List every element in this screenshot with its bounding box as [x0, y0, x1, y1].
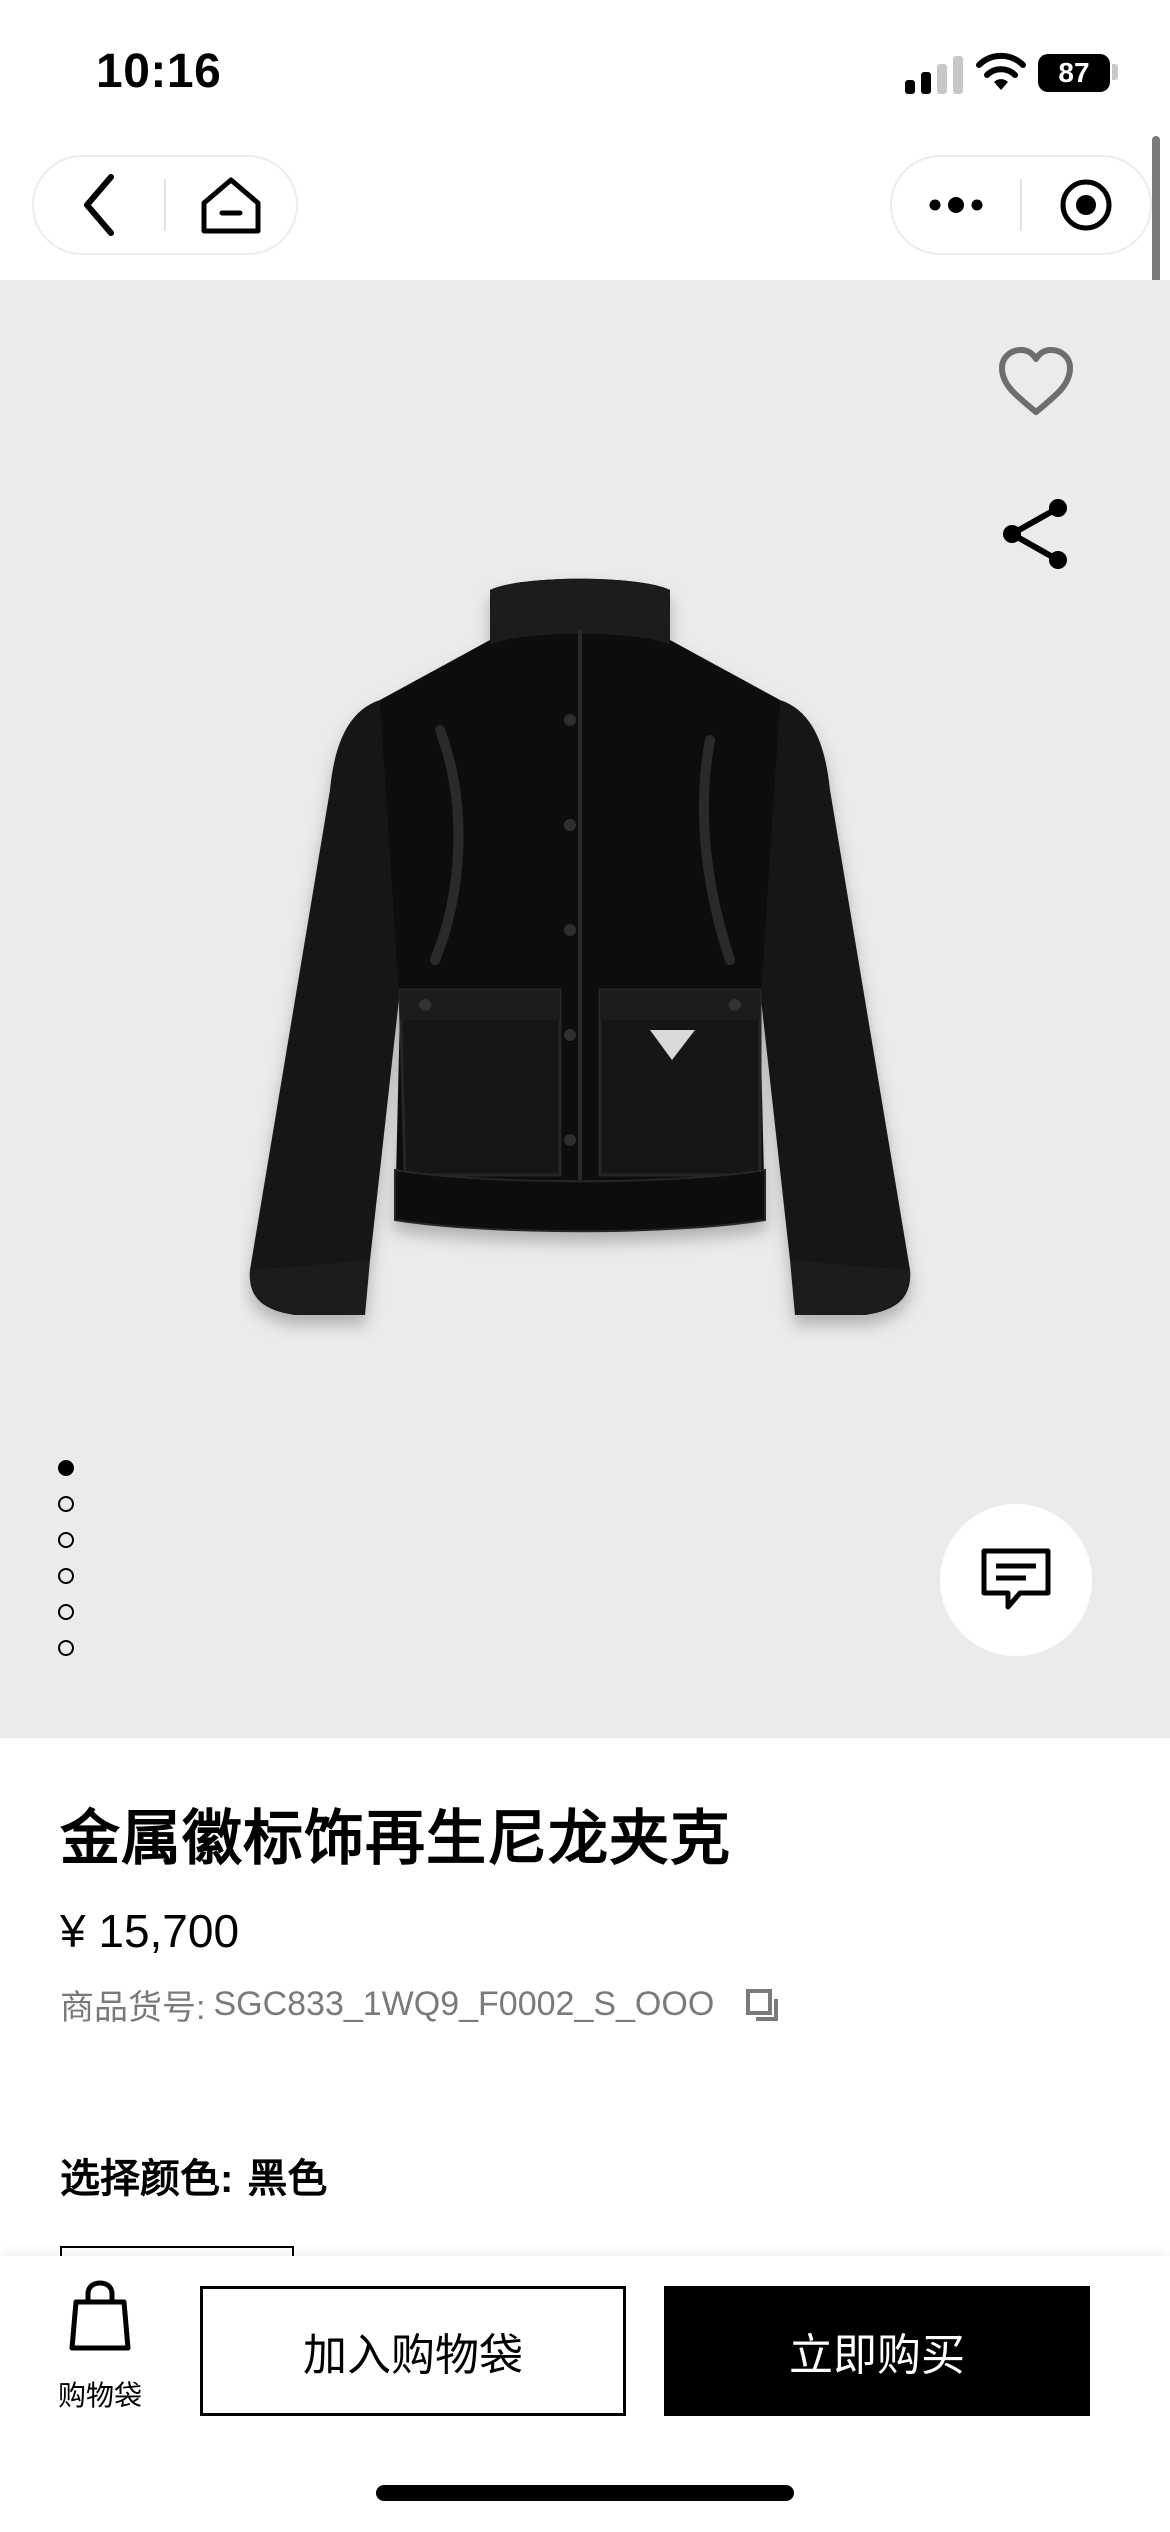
shopping-bag-label: 购物袋 — [57, 2380, 142, 2411]
home-button[interactable] — [166, 157, 296, 253]
home-indicator[interactable] — [376, 2485, 794, 2501]
product-image-jacket — [249, 578, 911, 1315]
product-image-carousel[interactable] — [0, 280, 1170, 1738]
shopping-bag-button[interactable]: 购物袋 — [40, 2280, 160, 2430]
pagination-dot-6[interactable] — [58, 1640, 74, 1656]
home-icon — [201, 177, 261, 234]
customer-service-button[interactable] — [940, 1504, 1092, 1656]
sku-row: 商品货号: SGC833_1WQ9_F0002_S_OOO — [60, 1980, 782, 2029]
shopping-bag-icon — [69, 2280, 131, 2351]
color-label: 选择颜色: — [60, 2157, 234, 2201]
back-button[interactable] — [34, 157, 164, 253]
copy-icon — [746, 1988, 779, 2021]
share-button[interactable] — [988, 486, 1084, 582]
favorite-button[interactable] — [988, 334, 1084, 430]
battery-tip — [1112, 64, 1118, 80]
pagination-dot-4[interactable] — [58, 1568, 74, 1584]
close-miniprogram-button[interactable] — [1022, 157, 1150, 253]
color-swatch[interactable] — [60, 2246, 294, 2256]
sku-value: SGC833_1WQ9_F0002_S_OOO — [213, 1985, 715, 2023]
color-selector-heading: 选择颜色: 黑色 — [60, 2146, 327, 2204]
cellular-signal-icon — [905, 54, 965, 94]
status-bar: 10:16 87 — [0, 0, 1170, 140]
battery-indicator: 87 — [1038, 54, 1110, 92]
copy-sku-button[interactable] — [742, 1985, 782, 2025]
sku-label: 商品货号: — [60, 1989, 206, 2027]
nav-capsule-right — [890, 155, 1152, 255]
more-dots-icon — [929, 197, 983, 213]
target-icon — [1060, 179, 1112, 231]
product-price: ¥ 15,700 — [60, 1905, 240, 1957]
color-value: 黑色 — [247, 2157, 328, 2201]
pagination-dot-5[interactable] — [58, 1604, 74, 1620]
wifi-icon — [975, 50, 1027, 94]
chat-icon — [981, 1548, 1051, 1610]
pagination-dot-3[interactable] — [58, 1532, 74, 1548]
add-to-bag-button[interactable]: 加入购物袋 — [200, 2286, 626, 2416]
product-title: 金属徽标饰再生尼龙夹克 — [60, 1805, 731, 1872]
heart-outline-icon — [999, 347, 1073, 415]
pagination-dot-1[interactable] — [58, 1460, 74, 1476]
status-time: 10:16 — [96, 45, 222, 98]
share-icon — [1003, 499, 1067, 569]
buy-now-button[interactable]: 立即购买 — [664, 2286, 1090, 2416]
image-pagination — [58, 1460, 78, 1676]
more-button[interactable] — [892, 157, 1020, 253]
pagination-dot-2[interactable] — [58, 1496, 74, 1512]
nav-capsule-left — [32, 155, 298, 255]
chevron-left-icon — [84, 174, 114, 236]
